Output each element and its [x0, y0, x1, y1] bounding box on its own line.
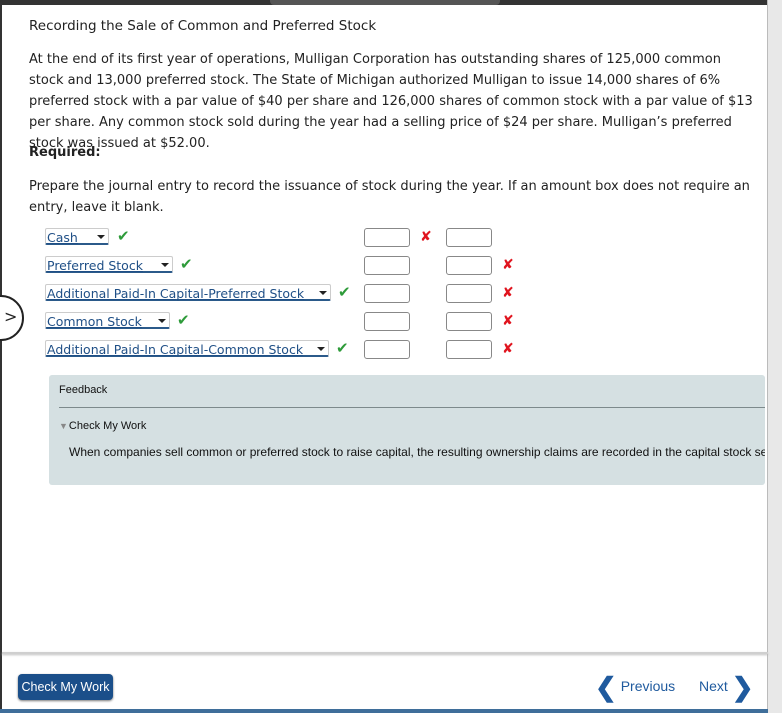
- check-my-work-toggle[interactable]: ▼Check My Work: [59, 420, 146, 432]
- problem-title: Recording the Sale of Common and Preferr…: [29, 18, 377, 34]
- feedback-title: Feedback: [59, 384, 108, 396]
- check-icon: ✔: [336, 339, 349, 357]
- incorrect-icon: ✘: [420, 229, 432, 245]
- debit-input[interactable]: [364, 256, 410, 275]
- chevron-right-icon: >: [4, 307, 18, 326]
- triangle-down-icon: ▼: [59, 421, 68, 431]
- check-my-work-button[interactable]: Check My Work: [18, 674, 113, 700]
- toggle-label: Check My Work: [68, 420, 147, 432]
- previous-label: Previous: [620, 678, 676, 695]
- credit-input[interactable]: [446, 256, 492, 275]
- side-panel-toggle[interactable]: >: [0, 295, 24, 341]
- divider: [59, 407, 765, 408]
- incorrect-icon: ✘: [502, 257, 514, 273]
- check-icon: ✔: [180, 255, 193, 273]
- account-label: Common Stock: [47, 314, 142, 329]
- previous-button[interactable]: ❮ Previous: [595, 672, 675, 703]
- incorrect-icon: ✘: [502, 285, 514, 301]
- next-button[interactable]: Next ❯: [699, 672, 753, 703]
- account-select[interactable]: Additional Paid-In Capital-Common Stock: [45, 340, 329, 357]
- credit-input[interactable]: [446, 284, 492, 303]
- top-tab: [270, 0, 500, 5]
- instructions: Prepare the journal entry to record the …: [29, 179, 750, 215]
- next-label: Next: [699, 678, 728, 695]
- account-select[interactable]: Cash: [45, 228, 109, 245]
- check-icon: ✔: [117, 227, 130, 245]
- account-label: Cash: [47, 230, 78, 245]
- incorrect-icon: ✘: [502, 313, 514, 329]
- account-label: Additional Paid-In Capital-Preferred Sto…: [47, 286, 305, 301]
- feedback-text: When companies sell common or preferred …: [69, 445, 765, 459]
- debit-input[interactable]: [364, 284, 410, 303]
- account-select[interactable]: Common Stock: [45, 312, 170, 329]
- incorrect-icon: ✘: [502, 341, 514, 357]
- chevron-down-icon: [97, 235, 105, 239]
- account-label: Additional Paid-In Capital-Common Stock: [47, 342, 304, 357]
- chevron-down-icon: [161, 263, 169, 267]
- scrollbar[interactable]: [767, 0, 782, 713]
- check-icon: ✔: [177, 311, 190, 329]
- footer-divider: [2, 652, 768, 654]
- debit-input[interactable]: [364, 340, 410, 359]
- chevron-right-icon: ❯: [731, 672, 754, 702]
- chevron-left-icon: ❮: [595, 672, 617, 702]
- check-icon: ✔: [338, 283, 351, 301]
- chevron-down-icon: [319, 291, 327, 295]
- credit-input[interactable]: [446, 340, 492, 359]
- credit-input[interactable]: [446, 312, 492, 331]
- frame-left-border: [0, 0, 2, 713]
- account-label: Preferred Stock: [47, 258, 143, 273]
- debit-input[interactable]: [364, 228, 410, 247]
- top-bar: [0, 0, 782, 5]
- credit-input[interactable]: [446, 228, 492, 247]
- debit-input[interactable]: [364, 312, 410, 331]
- required-label: Required:: [29, 145, 101, 160]
- chevron-down-icon: [317, 347, 325, 351]
- account-select[interactable]: Additional Paid-In Capital-Preferred Sto…: [45, 284, 331, 301]
- feedback-panel: Feedback ▼Check My Work When companies s…: [49, 375, 765, 485]
- chevron-down-icon: [158, 319, 166, 323]
- account-select[interactable]: Preferred Stock: [45, 256, 173, 273]
- problem-text: At the end of its first year of operatio…: [29, 52, 753, 151]
- bottom-bar: [0, 709, 768, 713]
